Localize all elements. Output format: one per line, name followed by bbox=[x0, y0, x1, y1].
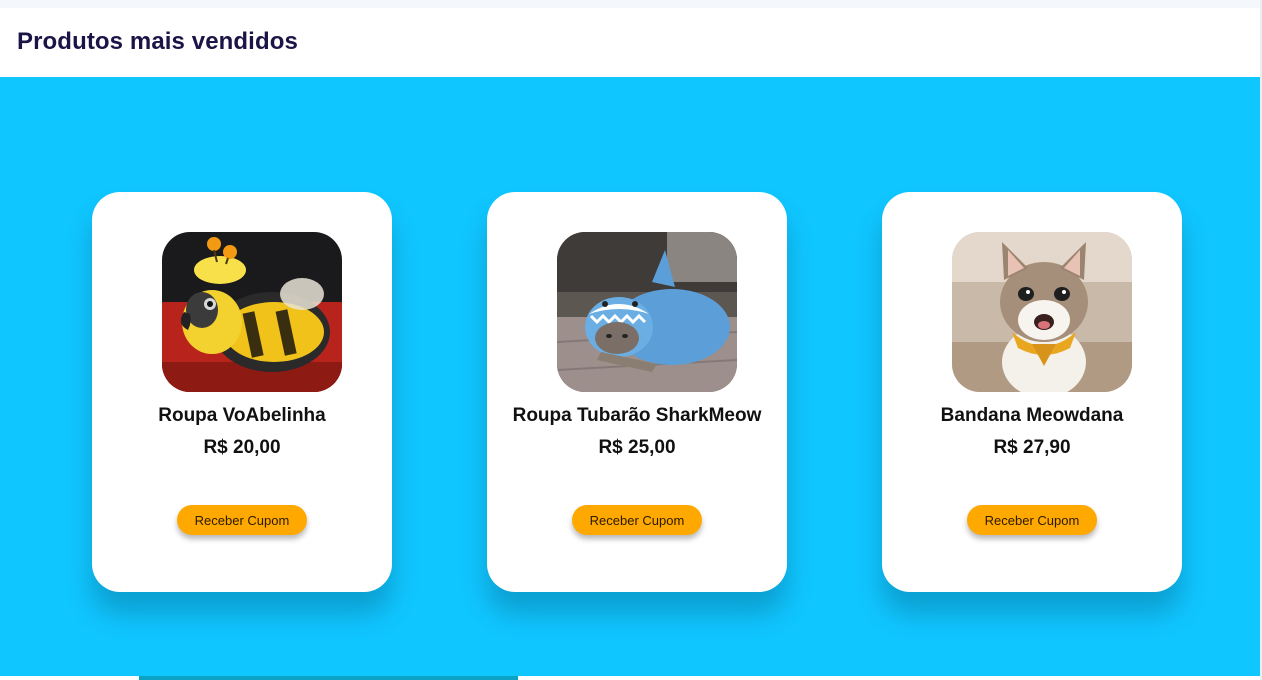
best-sellers-section: Roupa VoAbelinha R$ 20,00 Receber Cupom bbox=[0, 77, 1260, 676]
page-title: Produtos mais vendidos bbox=[17, 28, 298, 55]
product-name: Bandana Meowdana bbox=[940, 405, 1124, 426]
product-name: Roupa VoAbelinha bbox=[158, 405, 326, 426]
product-price: R$ 20,00 bbox=[203, 437, 281, 458]
receive-coupon-button[interactable]: Receber Cupom bbox=[572, 505, 702, 535]
product-card: Roupa VoAbelinha R$ 20,00 Receber Cupom bbox=[92, 192, 392, 592]
top-strip bbox=[0, 0, 1262, 8]
product-card: Roupa Tubarão SharkMeow R$ 25,00 Receber… bbox=[487, 192, 787, 592]
scrollbar-thumb[interactable] bbox=[139, 676, 518, 680]
receive-coupon-button[interactable]: Receber Cupom bbox=[967, 505, 1097, 535]
receive-coupon-button[interactable]: Receber Cupom bbox=[177, 505, 307, 535]
product-card: Bandana Meowdana R$ 27,90 Receber Cupom bbox=[882, 192, 1182, 592]
product-image-bee-costume bbox=[162, 232, 342, 392]
page-header: Produtos mais vendidos bbox=[0, 8, 1262, 77]
product-image-bandana bbox=[952, 232, 1132, 392]
product-price: R$ 27,90 bbox=[993, 437, 1071, 458]
product-image-shark-costume bbox=[557, 232, 737, 392]
product-price: R$ 25,00 bbox=[598, 437, 676, 458]
product-name: Roupa Tubarão SharkMeow bbox=[512, 405, 762, 426]
